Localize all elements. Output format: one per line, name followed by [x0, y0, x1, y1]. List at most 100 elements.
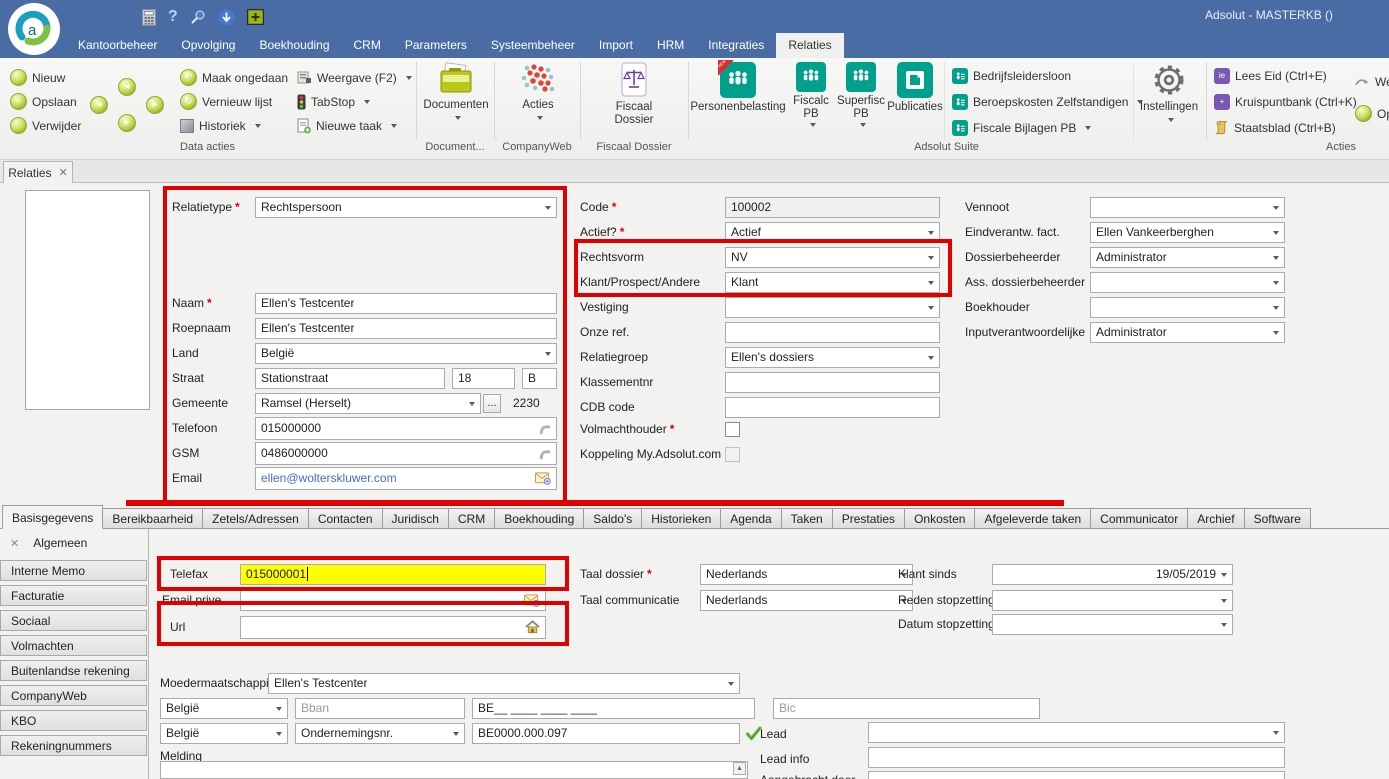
telefoon-input[interactable]: 015000000: [255, 417, 557, 440]
calculator-icon[interactable]: [142, 9, 156, 26]
tab-software[interactable]: Software: [1245, 508, 1311, 529]
beroepskosten-button[interactable]: Beroepskosten Zelfstandigen: [952, 92, 1143, 111]
bus-input[interactable]: B: [522, 368, 557, 389]
fiscalc-pb-button[interactable]: Fiscalc PB: [788, 62, 834, 140]
klassementnr-input[interactable]: [725, 372, 940, 393]
volmachthouder-checkbox[interactable]: [725, 422, 740, 437]
straat-input[interactable]: Stationstraat: [255, 368, 445, 389]
naam-input[interactable]: Ellen's Testcenter: [255, 293, 557, 314]
opslaan-button[interactable]: ▪ Opslaan: [10, 92, 77, 111]
lead-info-input[interactable]: [868, 747, 1285, 768]
cdb-code-input[interactable]: [725, 397, 940, 418]
tab-saldos[interactable]: Saldo's: [584, 508, 642, 529]
relatiegroep-select[interactable]: Ellen's dossiers: [725, 347, 940, 368]
taal-communicatie-select[interactable]: Nederlands: [700, 590, 913, 611]
menu-tab-boekhouding[interactable]: Boekhouding: [247, 33, 341, 58]
bank-land-select[interactable]: België: [160, 698, 288, 719]
gemeente-select[interactable]: Ramsel (Herselt): [255, 393, 481, 414]
huisnummer-input[interactable]: 18: [452, 368, 515, 389]
superfisc-pb-button[interactable]: Superfisc PB: [836, 62, 886, 140]
gemeente-browse-button[interactable]: ...: [483, 394, 501, 413]
taal-dossier-select[interactable]: Nederlands: [700, 564, 913, 585]
klant-sinds-date[interactable]: 19/05/2019: [992, 564, 1233, 585]
bedrijfsleidersloon-button[interactable]: Bedrijfsleidersloon: [952, 66, 1071, 85]
tab-bereikbaarheid[interactable]: Bereikbaarheid: [103, 508, 203, 529]
instellingen-button[interactable]: Instellingen: [1136, 62, 1202, 140]
send-email-icon[interactable]: [524, 594, 540, 607]
nummer-type-select[interactable]: Ondernemingsnr.: [295, 723, 465, 744]
tabstop-button[interactable]: TabStop: [297, 92, 370, 111]
actief-select[interactable]: Actief: [725, 222, 940, 243]
tab-basisgegevens[interactable]: Basisgegevens: [2, 505, 103, 529]
last-record-icon[interactable]: ▸: [146, 96, 164, 114]
previous-record-icon[interactable]: ◂: [118, 78, 136, 96]
land-select[interactable]: België: [255, 343, 557, 364]
vestiging-select[interactable]: [725, 297, 940, 318]
tab-onkosten[interactable]: Onkosten: [905, 508, 975, 529]
url-input[interactable]: [240, 616, 546, 639]
home-icon[interactable]: [525, 620, 540, 634]
sidebar-item-interne-memo[interactable]: Interne Memo: [0, 560, 147, 581]
sidebar-item-volmachten[interactable]: Volmachten: [0, 635, 147, 656]
menu-tab-parameters[interactable]: Parameters: [393, 33, 479, 58]
close-icon[interactable]: ✕: [59, 166, 68, 179]
add-window-icon[interactable]: [247, 9, 264, 25]
menu-tab-hrm[interactable]: HRM: [645, 33, 696, 58]
help-icon[interactable]: ?: [168, 8, 178, 26]
open-button[interactable]: Ope: [1355, 104, 1389, 123]
sidebar-item-rekeningnummers[interactable]: Rekeningnummers: [0, 735, 147, 756]
tab-zetels-adressen[interactable]: Zetels/Adressen: [203, 508, 309, 529]
ondernemingsnr-input[interactable]: BE0000.000.097: [472, 723, 740, 744]
staatsblad-button[interactable]: Staatsblad (Ctrl+B): [1214, 118, 1336, 137]
verwijder-button[interactable]: Verwijder: [10, 116, 81, 135]
onze-ref-input[interactable]: [725, 322, 940, 343]
historiek-button[interactable]: Historiek: [180, 116, 261, 135]
sidebar-item-buitenlandse-rekening[interactable]: Buitenlandse rekening: [0, 660, 147, 681]
sidebar-item-companyweb[interactable]: CompanyWeb: [0, 685, 147, 706]
relation-photo-placeholder[interactable]: [25, 190, 150, 410]
email-input[interactable]: ellen@wolterskluwer.com: [255, 467, 557, 490]
sidebar-item-sociaal[interactable]: Sociaal: [0, 610, 147, 631]
ass-dossierbeheerder-select[interactable]: [1090, 272, 1285, 293]
telefax-input[interactable]: 015000001: [240, 564, 546, 585]
sidebar-item-kbo[interactable]: KBO: [0, 710, 147, 731]
reden-stopzetting-select[interactable]: [992, 590, 1233, 611]
klant-prospect-select[interactable]: Klant: [725, 272, 940, 293]
pin-icon[interactable]: [190, 9, 206, 25]
inputverantwoordelijke-select[interactable]: Administrator: [1090, 322, 1285, 343]
vennoot-select[interactable]: [1090, 197, 1285, 218]
dossierbeheerder-select[interactable]: Administrator: [1090, 247, 1285, 268]
boekhouder-select[interactable]: [1090, 297, 1285, 318]
documenten-button[interactable]: Documenten: [418, 62, 494, 140]
aangebracht-door-select[interactable]: [868, 771, 1285, 779]
nieuw-button[interactable]: Nieuw: [10, 68, 65, 87]
nummer-land-select[interactable]: België: [160, 723, 288, 744]
menu-tab-integraties[interactable]: Integraties: [696, 33, 776, 58]
phone-icon[interactable]: [537, 447, 551, 460]
tab-prestaties[interactable]: Prestaties: [833, 508, 905, 529]
close-icon[interactable]: ✕: [10, 537, 19, 550]
lees-eid-button[interactable]: ie Lees Eid (Ctrl+E): [1214, 66, 1327, 85]
doc-tab-relaties[interactable]: Relaties ✕: [3, 161, 73, 183]
email-prive-input[interactable]: [240, 590, 546, 611]
tab-archief[interactable]: Archief: [1188, 508, 1244, 529]
next-record-icon[interactable]: ▸: [118, 114, 136, 132]
gsm-input[interactable]: 0486000000: [255, 442, 557, 465]
tab-boekhouding[interactable]: Boekhouding: [495, 508, 584, 529]
download-icon[interactable]: [218, 9, 235, 26]
lead-select[interactable]: [868, 722, 1285, 743]
sidebar-item-facturatie[interactable]: Facturatie: [0, 585, 147, 606]
moedermaatschappij-select[interactable]: Ellen's Testcenter: [268, 673, 740, 694]
menu-tab-import[interactable]: Import: [587, 33, 645, 58]
fiscale-bijlagen-button[interactable]: Fiscale Bijlagen PB: [952, 118, 1091, 137]
rechtsvorm-select[interactable]: NV: [725, 247, 940, 268]
relatietype-select[interactable]: Rechtspersoon: [255, 197, 557, 218]
nieuwe-taak-button[interactable]: Nieuwe taak: [297, 116, 397, 135]
kruispuntbank-button[interactable]: + Kruispuntbank (Ctrl+K): [1214, 92, 1357, 111]
roepnaam-input[interactable]: Ellen's Testcenter: [255, 318, 557, 339]
menu-tab-systeembeheer[interactable]: Systeembeheer: [479, 33, 587, 58]
menu-tab-kantoorbeheer[interactable]: Kantoorbeheer: [66, 33, 169, 58]
scroll-up-icon[interactable]: ▲: [733, 762, 746, 775]
tab-afgeleverde-taken[interactable]: Afgeleverde taken: [975, 508, 1091, 529]
menu-tab-opvolging[interactable]: Opvolging: [169, 33, 247, 58]
